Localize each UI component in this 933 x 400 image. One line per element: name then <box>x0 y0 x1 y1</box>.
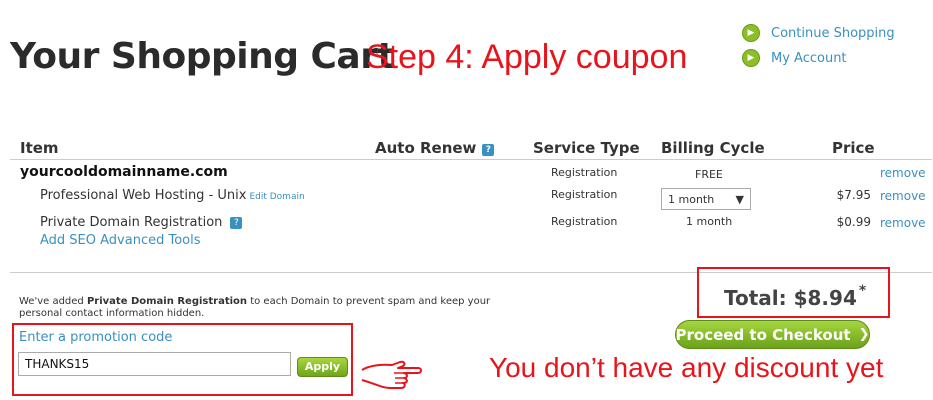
step-annotation: Step 4: Apply coupon <box>366 38 688 76</box>
help-icon[interactable]: ? <box>230 217 243 229</box>
hosting-item-label: Professional Web Hosting - Unix <box>40 188 247 203</box>
divider <box>10 159 932 160</box>
apply-button[interactable]: Apply <box>297 357 348 377</box>
private-registration-price: $0.99 <box>836 215 871 229</box>
arrow-circle-icon: ▶ <box>742 24 760 42</box>
add-seo-tools-link[interactable]: Add SEO Advanced Tools <box>40 233 201 248</box>
order-total-value: Total: $8.94 <box>724 286 857 310</box>
domain-service-type: Registration <box>551 166 618 179</box>
continue-shopping-link[interactable]: ▶ Continue Shopping <box>742 23 895 43</box>
remove-domain-link[interactable]: remove <box>880 166 926 180</box>
private-registration-service-type: Registration <box>551 215 618 228</box>
col-header-price: Price <box>832 139 875 157</box>
arrow-circle-icon: ▶ <box>742 49 760 67</box>
proceed-to-checkout-button[interactable]: Proceed to Checkout ❯ <box>675 320 870 349</box>
private-registration-item: Private Domain Registration? <box>40 215 243 230</box>
billing-cycle-value: 1 month <box>668 192 715 206</box>
hosting-price: $7.95 <box>836 188 871 202</box>
my-account-link[interactable]: ▶ My Account <box>742 48 847 68</box>
remove-hosting-link[interactable]: remove <box>880 189 926 203</box>
notice-product-name: Private Domain Registration <box>86 296 248 307</box>
discount-annotation: You don’t have any discount yet <box>489 352 884 383</box>
hosting-service-type: Registration <box>551 188 618 201</box>
dropdown-arrow-icon: ▼ <box>735 192 744 206</box>
page-title: Your Shopping Cart <box>10 36 395 77</box>
help-icon[interactable]: ? <box>482 144 495 156</box>
total-asterisk: * <box>858 283 867 299</box>
my-account-label: My Account <box>771 50 847 66</box>
privacy-notice: We've added Private Domain Registration … <box>19 296 529 320</box>
domain-name: yourcooldomainname.com <box>20 164 228 180</box>
remove-private-registration-link[interactable]: remove <box>880 216 926 230</box>
promo-code-input[interactable] <box>18 352 291 376</box>
auto-renew-label: Auto Renew <box>375 139 477 157</box>
col-header-item: Item <box>20 139 59 157</box>
private-registration-billing-cycle: 1 month <box>686 215 733 228</box>
checkout-label: Proceed to Checkout <box>675 325 851 344</box>
continue-shopping-label: Continue Shopping <box>771 25 895 41</box>
notice-text-start: We've added <box>19 296 87 307</box>
promo-code-label: Enter a promotion code <box>19 330 173 345</box>
domain-billing-cycle: FREE <box>695 168 723 181</box>
hosting-item: Professional Web Hosting - Unix Edit Doma… <box>40 188 305 203</box>
chevron-right-icon: ❯ <box>858 327 870 342</box>
col-header-billing-cycle: Billing Cycle <box>661 139 765 157</box>
col-header-auto-renew: Auto Renew? <box>375 139 495 157</box>
private-registration-label: Private Domain Registration <box>40 215 223 230</box>
order-total: Total: $8.94 * <box>724 283 866 310</box>
pointing-hand-icon <box>361 360 422 389</box>
edit-domain-link[interactable]: Edit Domain <box>249 192 304 202</box>
col-header-service-type: Service Type <box>533 139 640 157</box>
billing-cycle-select[interactable]: 1 month ▼ <box>661 188 751 210</box>
